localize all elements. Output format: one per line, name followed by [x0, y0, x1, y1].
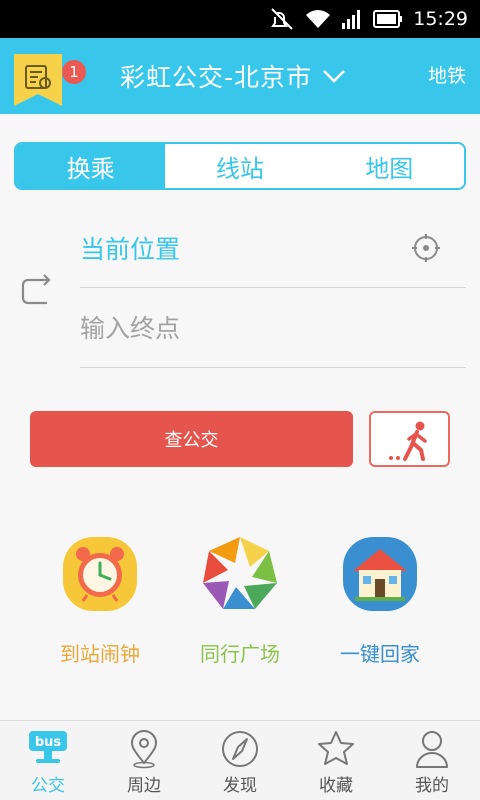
destination-input[interactable] [80, 308, 380, 348]
tab-line-station[interactable]: 线站 [165, 144, 314, 188]
status-icons: 15:29 [269, 0, 468, 38]
svg-text:bus: bus [35, 735, 62, 750]
wifi-icon [306, 10, 331, 28]
start-field[interactable]: 当前位置 [80, 212, 466, 288]
nav-bus-label: 公交 [31, 776, 65, 796]
signal-icon [342, 10, 361, 29]
bottom-navigation: bus 公交 周边 发现 收藏 我的 [0, 720, 480, 800]
status-bar: 15:29 [0, 0, 480, 38]
search-bus-button[interactable]: 查公交 [30, 411, 353, 467]
nav-bus[interactable]: bus 公交 [0, 721, 96, 800]
compass-icon [222, 731, 258, 767]
nav-me-label: 我的 [415, 776, 449, 796]
aperture-icon [203, 537, 277, 609]
message-button[interactable]: 1 [14, 54, 86, 106]
nav-favorites[interactable]: 收藏 [288, 721, 384, 800]
location-pin-icon [130, 730, 158, 769]
companion-square-label: 同行广场 [200, 642, 280, 666]
app-header: 1 彩虹公交-北京市 地铁 [0, 38, 480, 114]
start-value: 当前位置 [80, 235, 181, 264]
locate-icon[interactable] [412, 234, 440, 262]
message-badge: 1 [62, 60, 86, 84]
house-icon [343, 537, 417, 611]
app-title: 彩虹公交-北京市 [120, 63, 313, 92]
go-home-label: 一键回家 [340, 642, 420, 666]
swap-icon[interactable] [20, 272, 52, 306]
nav-discover-label: 发现 [223, 776, 257, 796]
arrival-alarm-label: 到站闹钟 [60, 642, 140, 666]
tab-transfer[interactable]: 换乘 [16, 144, 166, 188]
nav-discover[interactable]: 发现 [192, 721, 288, 800]
subway-button[interactable]: 地铁 [428, 38, 466, 114]
chevron-down-icon [323, 70, 345, 83]
notice-icon [14, 54, 62, 106]
status-time: 15:29 [413, 8, 468, 30]
alarm-clock-icon [63, 537, 137, 611]
mute-icon [271, 8, 293, 30]
nav-favorites-label: 收藏 [319, 776, 353, 796]
battery-icon [373, 10, 403, 28]
tab-map[interactable]: 地图 [315, 144, 464, 188]
nav-me[interactable]: 我的 [384, 721, 480, 800]
destination-field [80, 290, 466, 368]
bus-icon: bus [29, 731, 67, 763]
walk-button[interactable] [369, 411, 450, 467]
companion-square[interactable]: 同行广场 [170, 537, 310, 667]
arrival-alarm[interactable]: 到站闹钟 [30, 537, 170, 667]
city-selector[interactable]: 彩虹公交-北京市 [120, 38, 346, 114]
mode-tabs: 换乘 线站 地图 [14, 142, 466, 190]
go-home[interactable]: 一键回家 [310, 537, 450, 667]
walking-icon [389, 421, 427, 461]
nav-nearby-label: 周边 [127, 776, 161, 796]
user-icon [416, 731, 448, 768]
star-icon [318, 731, 354, 765]
nav-nearby[interactable]: 周边 [96, 721, 192, 800]
